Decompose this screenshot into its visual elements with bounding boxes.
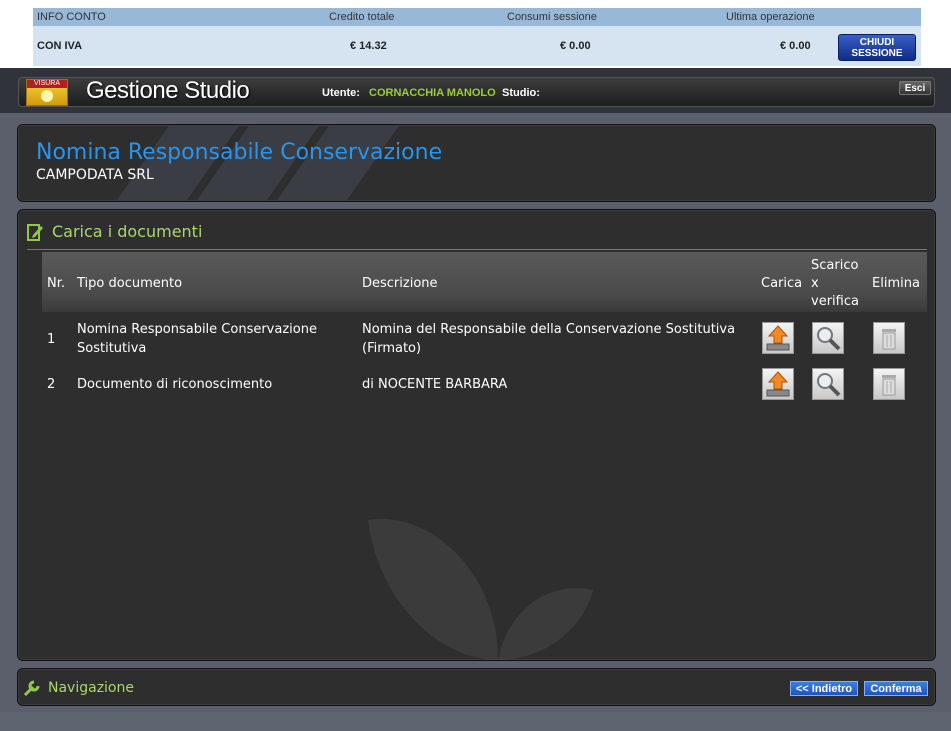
page-title: Nomina Responsabile Conservazione [36,140,443,165]
credito-header: Credito totale [329,11,395,23]
delete-button[interactable] [873,368,905,400]
row-tipo: Documento di riconoscimento [77,377,273,392]
info-conto-header: INFO CONTO Credito totale Consumi sessio… [33,8,921,26]
info-conto-panel: INFO CONTO Credito totale Consumi sessio… [33,8,921,66]
col-scarico-3: verifica [811,294,859,309]
row-tipo: Nomina Responsabile Conservazione [77,322,317,337]
utente-label: Utente: [322,87,360,99]
table-row: 1 Nomina Responsabile Conservazione Sost… [42,320,927,366]
col-carica: Carica [761,276,803,291]
app-bar-inner: VISURA Gestione Studio Utente: CORNACCHI… [18,77,935,107]
row-descrizione: Nomina del Responsabile della Conservazi… [362,322,736,337]
trash-icon [882,329,896,350]
magnifier-icon [817,373,841,397]
wrench-icon [23,680,40,697]
upload-button[interactable] [762,368,794,400]
sun-icon [41,90,53,102]
esci-button[interactable]: Esci [899,81,931,95]
magnifier-icon [817,327,841,351]
col-tipo: Tipo documento [77,276,183,291]
edit-document-icon [27,224,43,241]
download-verify-button[interactable] [812,322,844,354]
navigation-title: Navigazione [48,680,134,696]
download-verify-button[interactable] [812,368,844,400]
col-nr: Nr. [47,276,66,291]
visura-logo: VISURA [26,79,68,106]
con-iva-label: CON IVA [37,40,83,52]
row-nr: 1 [47,332,56,347]
app-bar: VISURA Gestione Studio Utente: CORNACCHI… [0,68,951,113]
bottom-bar [0,712,951,731]
consumi-value: € 0.00 [560,40,591,52]
row-tipo-2: Sostitutiva [77,341,147,356]
upload-button[interactable] [762,322,794,354]
info-conto-label: INFO CONTO [37,11,106,23]
col-scarico-1: Scarico [811,258,859,273]
trash-icon [882,375,896,396]
page-subtitle: CAMPODATA SRL [36,167,154,183]
studio-label: Studio: [502,87,540,99]
chiudi-line2: SESSIONE [851,47,903,59]
col-elimina: Elimina [872,276,920,291]
ultima-header: Ultima operazione [726,11,815,23]
row-descrizione-2: (Firmato) [362,341,422,356]
row-descrizione: di NOCENTE BARBARA [362,377,508,392]
confirm-button[interactable]: Conferma [864,681,928,696]
brand-title: Gestione Studio [86,77,250,104]
row-nr: 2 [47,377,56,392]
table-row: 2 Documento di riconoscimento di NOCENTE… [42,368,927,404]
col-descrizione: Descrizione [362,276,438,291]
documents-panel: Carica i documenti Nr. Tipo documento De… [17,209,936,661]
ultima-value: € 0.00 [780,40,811,52]
consumi-header: Consumi sessione [507,11,597,23]
credito-value: € 14.32 [350,40,387,52]
info-conto-row: CON IVA € 14.32 € 0.00 € 0.00 [33,26,921,66]
upload-icon [766,325,790,351]
upload-icon [766,371,790,397]
leaf-watermark-icon [368,518,593,660]
navigation-panel: Navigazione << Indietro Conferma [17,668,936,706]
section-title: Carica i documenti [52,222,203,241]
chiudi-line1: CHIUDI [859,36,895,48]
logo-text: VISURA [27,80,67,88]
chiudi-sessione-button[interactable]: CHIUDI SESSIONE [838,34,916,61]
delete-button[interactable] [873,322,905,354]
section-divider [27,249,927,250]
page-header-panel: Nomina Responsabile Conservazione CAMPOD… [17,124,936,202]
back-button[interactable]: << Indietro [790,681,858,696]
col-scarico-2: x [811,276,819,291]
table-header: Nr. Tipo documento Descrizione Carica Sc… [42,252,927,312]
utente-value: CORNACCHIA MANOLO [369,87,496,99]
